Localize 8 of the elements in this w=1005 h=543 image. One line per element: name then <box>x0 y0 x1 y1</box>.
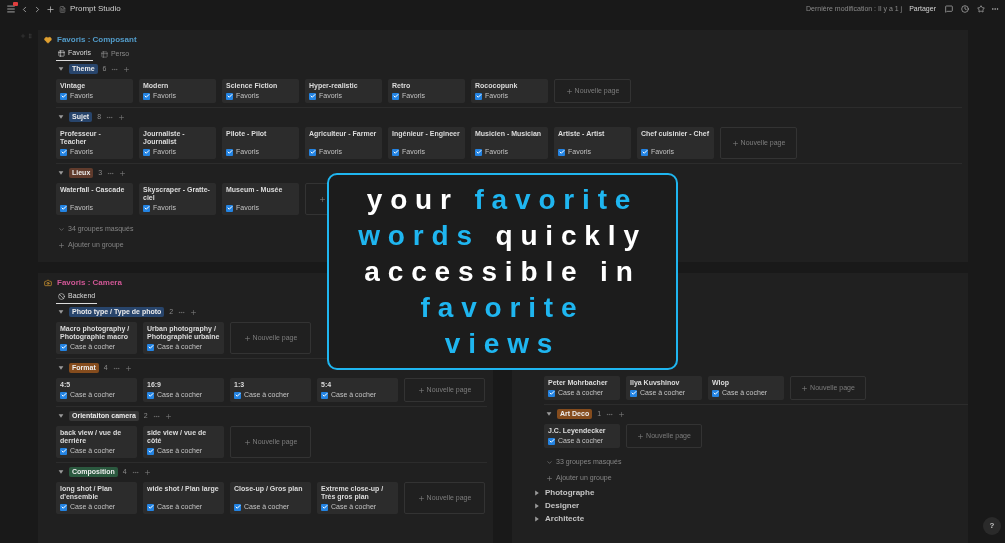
headline: your favorite words quickly accessible in favorite views <box>358 182 647 361</box>
page-title[interactable]: Prompt Studio <box>70 3 121 15</box>
help-button[interactable]: ? <box>983 517 1001 535</box>
view-title[interactable]: Favoris : Camera <box>57 277 122 289</box>
toggle-heading[interactable]: Architecte <box>545 513 585 525</box>
toggle-heading[interactable]: Photographe <box>545 487 595 499</box>
toggle-heading[interactable]: Designer <box>545 500 580 512</box>
view-title[interactable]: Favoris : Composant <box>57 34 137 46</box>
